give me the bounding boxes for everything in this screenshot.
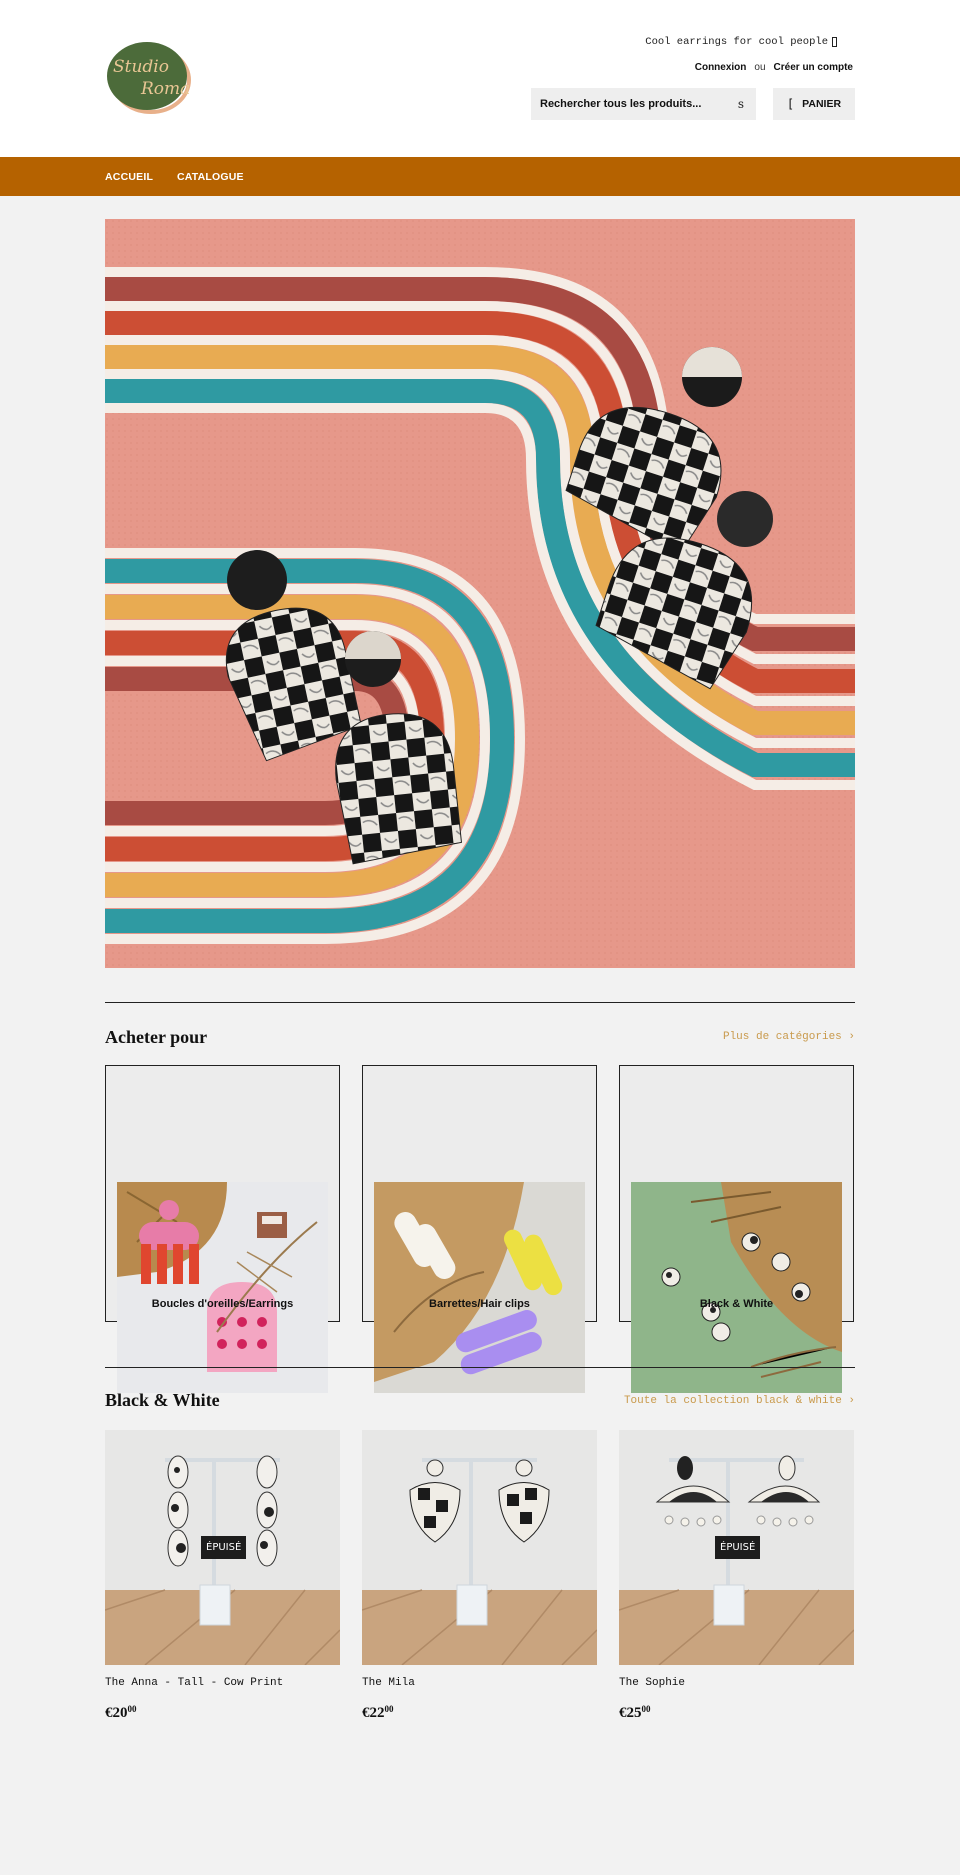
product-price-mila: €2200: [362, 1704, 394, 1722]
tagline: Cool earrings for cool people: [645, 36, 837, 48]
product-name-mila[interactable]: The Mila: [362, 1677, 415, 1689]
cart-button[interactable]: [ PANIER: [773, 88, 855, 120]
account-links: Connexion ou Créer un compte: [695, 62, 853, 73]
site-header: Studio Roma Cool earrings for cool peopl…: [0, 0, 960, 157]
more-categories-link[interactable]: Plus de catégories ›: [723, 1031, 855, 1043]
price-amount: €22: [362, 1705, 385, 1721]
price-cents: 00: [641, 1704, 651, 1714]
product-name-sophie[interactable]: The Sophie: [619, 1677, 685, 1689]
main-navigation: ACCUEIL CATALOGUE: [0, 157, 960, 196]
svg-text:Studio: Studio: [113, 57, 169, 77]
section-divider: [105, 1367, 855, 1368]
cart-icon: [: [786, 97, 795, 111]
nav-item-home[interactable]: ACCUEIL: [105, 171, 153, 183]
search-input[interactable]: [540, 98, 720, 110]
tagline-text: Cool earrings for cool people: [645, 36, 828, 48]
sold-out-badge: ÉPUISÉ: [715, 1536, 761, 1559]
glyph-box-icon: [832, 37, 837, 47]
cart-label: PANIER: [802, 98, 842, 110]
search-icon[interactable]: s: [738, 97, 744, 111]
categories-title: Acheter pour: [105, 1027, 208, 1047]
sold-out-badge: ÉPUISÉ: [201, 1536, 247, 1559]
product-price-anna: €2000: [105, 1704, 137, 1722]
category-image-hairclips[interactable]: [374, 1182, 585, 1393]
price-amount: €25: [619, 1705, 642, 1721]
category-image-black-white[interactable]: [631, 1182, 842, 1393]
price-cents: 00: [127, 1704, 137, 1714]
product-image-anna[interactable]: ÉPUISÉ: [105, 1430, 340, 1665]
register-link[interactable]: Créer un compte: [774, 62, 853, 73]
category-label-earrings[interactable]: Boucles d'oreilles/Earrings: [105, 1298, 340, 1310]
product-image-sophie[interactable]: ÉPUISÉ: [619, 1430, 854, 1665]
category-label-hairclips[interactable]: Barrettes/Hair clips: [362, 1298, 597, 1310]
view-collection-link[interactable]: Toute la collection black & white ›: [624, 1395, 855, 1407]
category-label-black-white[interactable]: Black & White: [619, 1298, 854, 1310]
category-image-earrings[interactable]: [117, 1182, 328, 1393]
svg-text:Roma: Roma: [140, 79, 190, 99]
store-logo[interactable]: Studio Roma: [105, 38, 193, 116]
search-bar: s: [531, 88, 756, 120]
hero-image[interactable]: [105, 219, 855, 968]
product-name-anna[interactable]: The Anna - Tall - Cow Print: [105, 1677, 283, 1689]
section-divider: [105, 1002, 855, 1003]
product-image-mila[interactable]: [362, 1430, 597, 1665]
price-cents: 00: [384, 1704, 394, 1714]
product-price-sophie: €2500: [619, 1704, 651, 1722]
nav-item-catalog[interactable]: CATALOGUE: [177, 171, 244, 183]
price-amount: €20: [105, 1705, 128, 1721]
collection-title: Black & White: [105, 1390, 220, 1410]
auth-separator: ou: [754, 62, 766, 73]
login-link[interactable]: Connexion: [695, 62, 747, 73]
